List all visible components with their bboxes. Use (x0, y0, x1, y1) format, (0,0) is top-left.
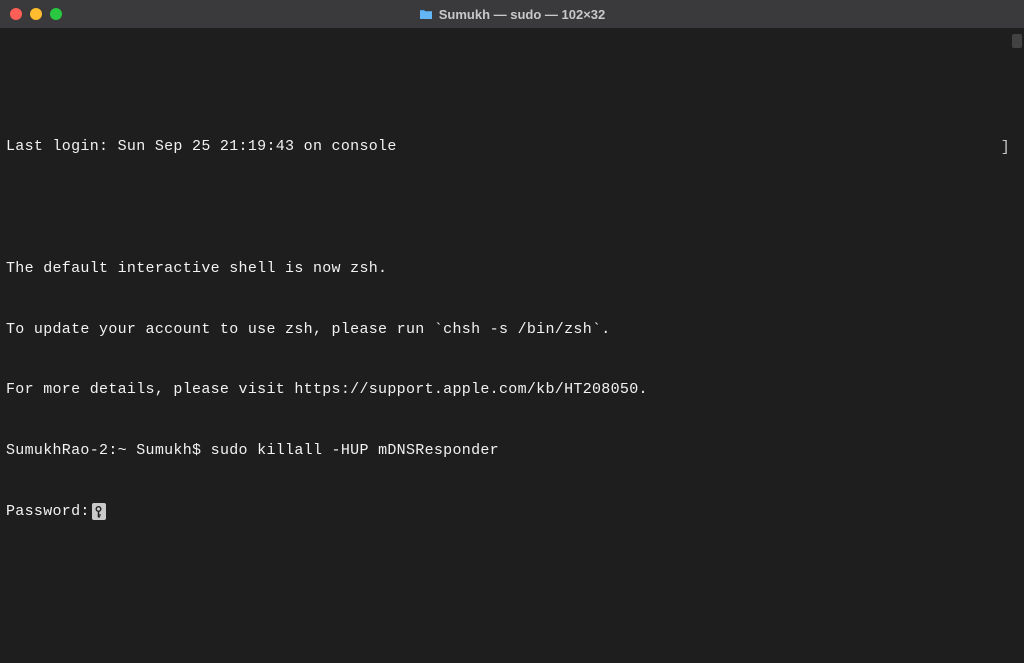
terminal-line: Last login: Sun Sep 25 21:19:43 on conso… (6, 137, 1018, 157)
terminal-prompt-line: SumukhRao-2:~ Sumukh$ sudo killall -HUP … (6, 441, 1018, 461)
bracket-char: ] (1001, 138, 1010, 158)
folder-icon (419, 8, 433, 20)
minimize-button[interactable] (30, 8, 42, 20)
password-label: Password: (6, 502, 90, 522)
terminal-line: For more details, please visit https://s… (6, 380, 1018, 400)
terminal-line: The default interactive shell is now zsh… (6, 259, 1018, 279)
maximize-button[interactable] (50, 8, 62, 20)
terminal-line: To update your account to use zsh, pleas… (6, 320, 1018, 340)
terminal-password-line: Password: (6, 502, 1018, 522)
terminal-line (6, 198, 1018, 218)
scrollbar-thumb[interactable] (1012, 34, 1022, 48)
shell-prompt: SumukhRao-2:~ Sumukh$ (6, 441, 211, 461)
titlebar: Sumukh — sudo — 102×32 (0, 0, 1024, 28)
key-icon (92, 503, 106, 520)
terminal-area[interactable]: ] Last login: Sun Sep 25 21:19:43 on con… (0, 28, 1024, 663)
window-controls (10, 8, 62, 20)
terminal-window: Sumukh — sudo — 102×32 ] Last login: Sun… (0, 0, 1024, 663)
window-title-wrap: Sumukh — sudo — 102×32 (0, 7, 1024, 22)
close-button[interactable] (10, 8, 22, 20)
command-text: sudo killall -HUP mDNSResponder (211, 441, 499, 461)
window-title: Sumukh — sudo — 102×32 (439, 7, 606, 22)
